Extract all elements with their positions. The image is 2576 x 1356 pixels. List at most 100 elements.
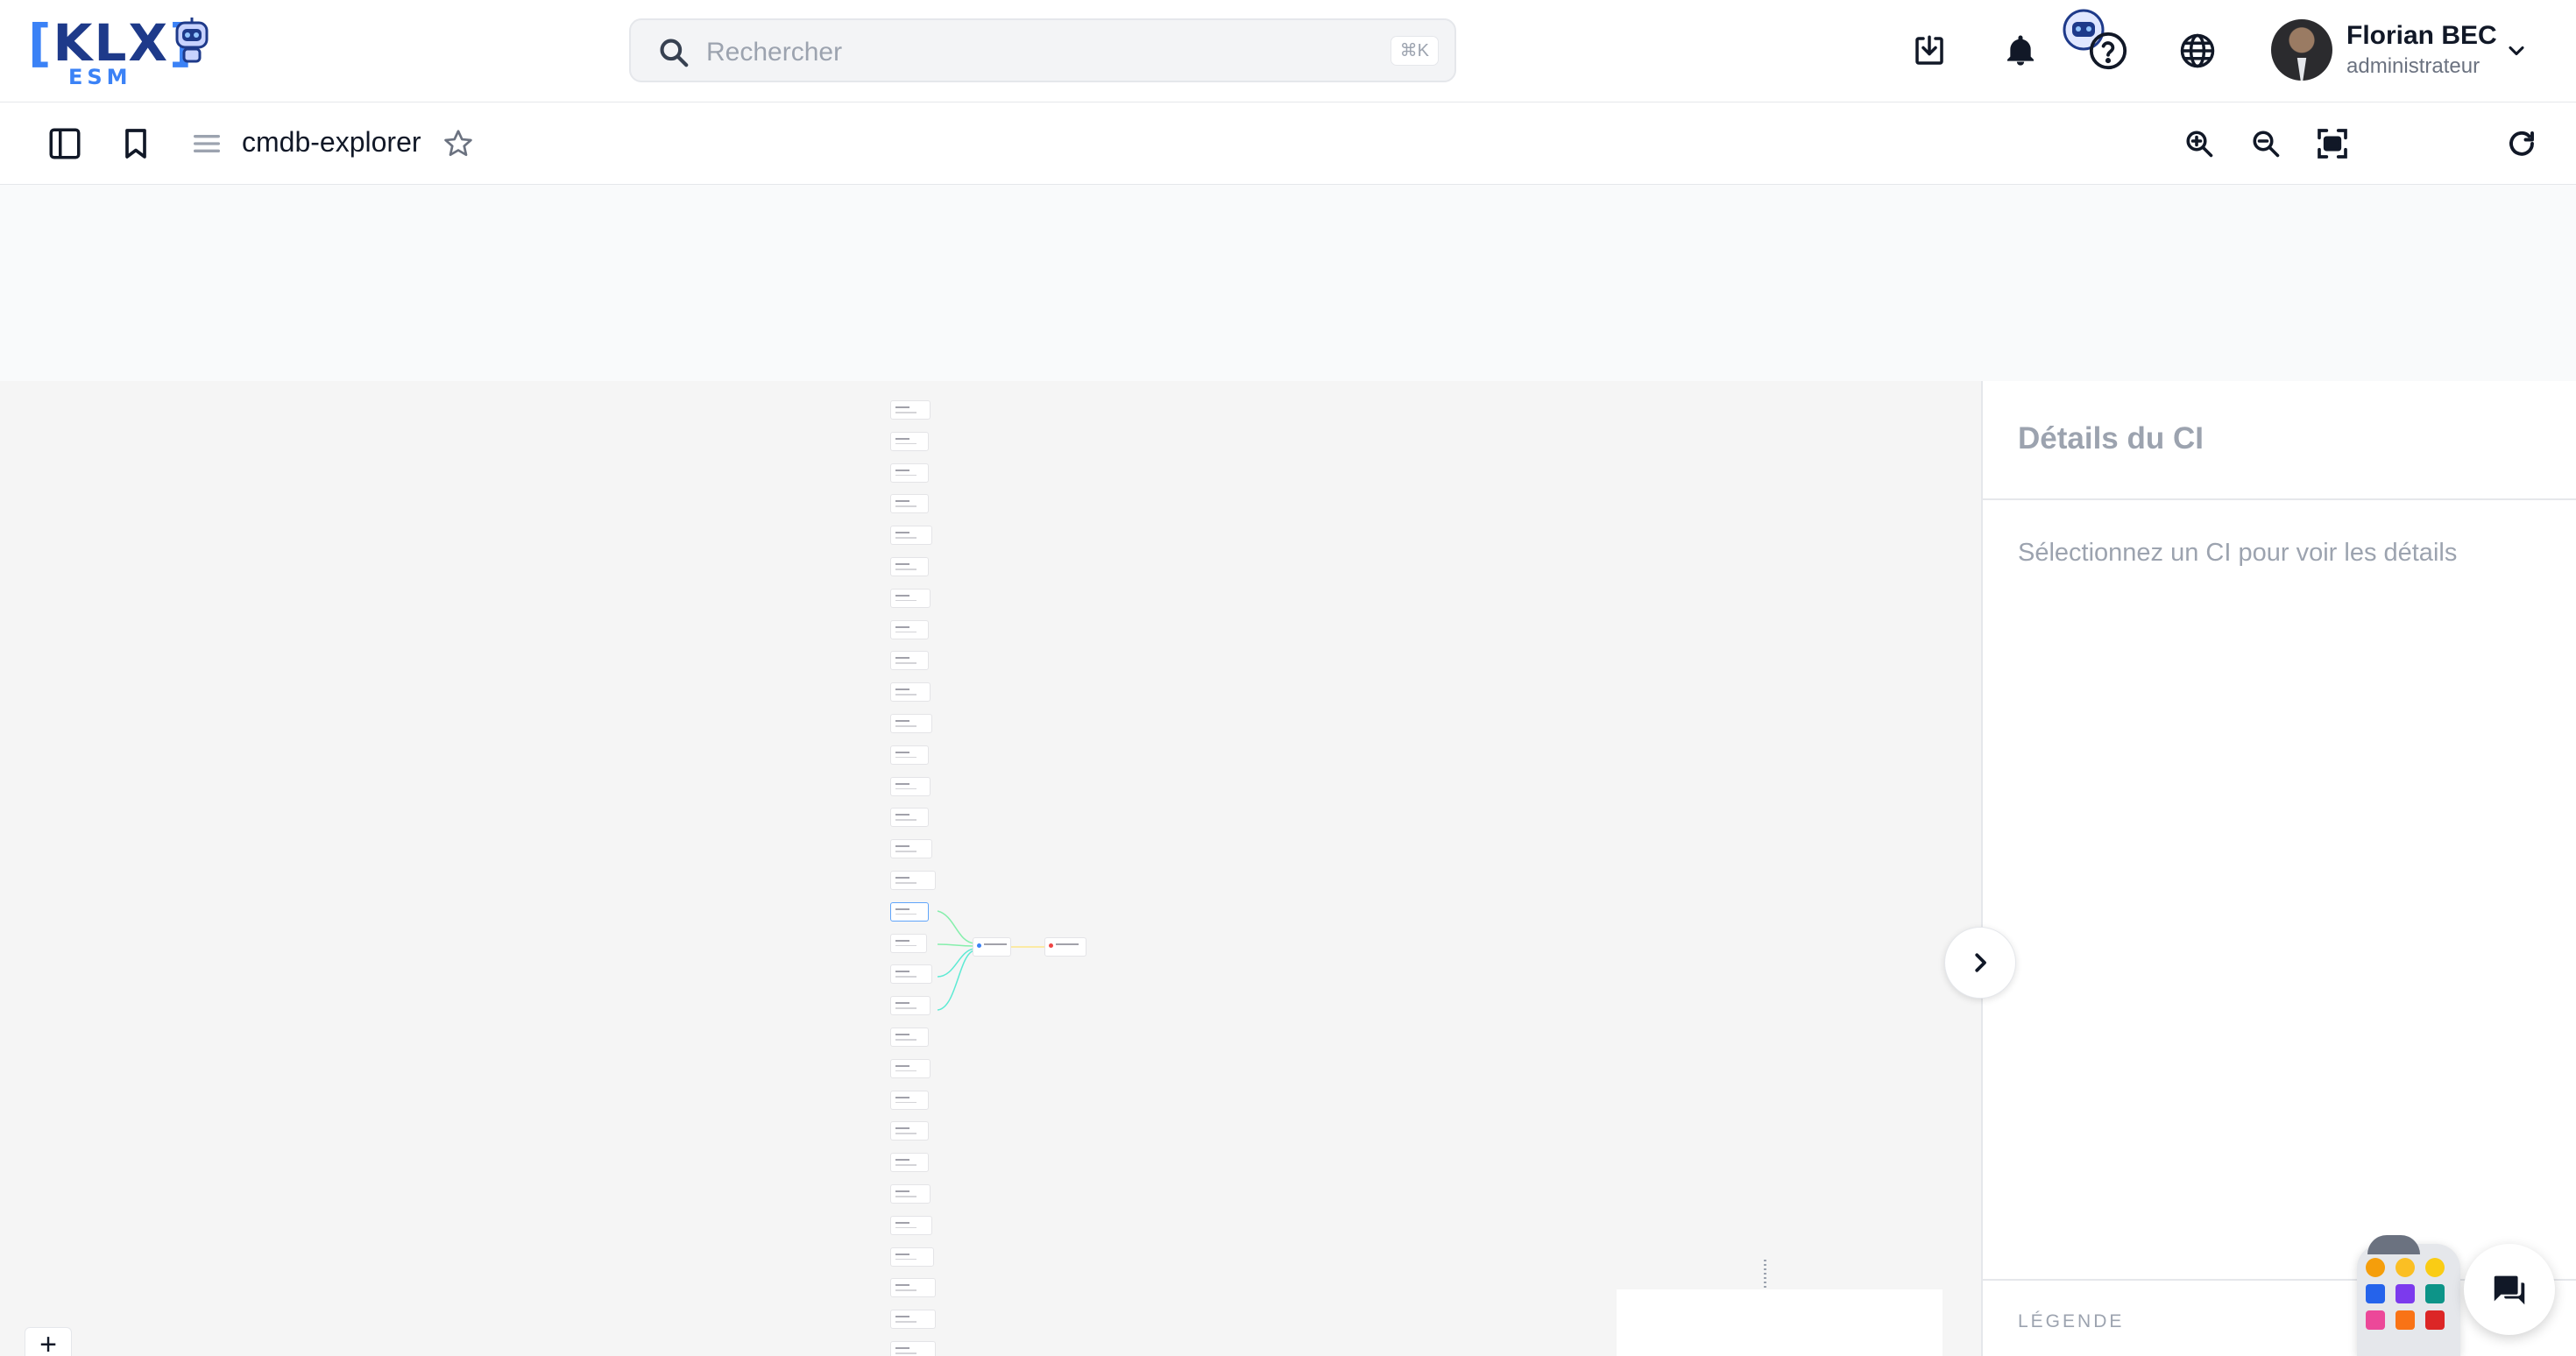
details-empty-hint: Sélectionnez un CI pour voir les détails	[2018, 539, 2458, 567]
search-placeholder: Rechercher	[706, 38, 843, 67]
zoom-in-button[interactable]	[2178, 123, 2220, 165]
graph-edge	[937, 943, 975, 947]
graph-edge	[937, 910, 975, 944]
ci-details-panel: Détails du CI Sélectionnez un CI pour vo…	[1981, 381, 2576, 1356]
chat-icon	[2494, 1275, 2525, 1305]
ci-node[interactable]	[890, 1121, 929, 1141]
app-shortcut-icon[interactable]	[2425, 1258, 2445, 1277]
legend-label: LÉGENDE	[2018, 1311, 2125, 1331]
language-button[interactable]	[2171, 25, 2224, 77]
ci-node[interactable]	[890, 714, 932, 733]
chevron-down-icon	[2509, 46, 2524, 56]
user-role: administrateur	[2346, 54, 2480, 78]
app-shortcut-icon[interactable]	[2396, 1310, 2415, 1330]
page-title: cmdb-explorer	[242, 126, 421, 158]
ci-node[interactable]	[890, 839, 932, 859]
node-type-dot	[977, 943, 981, 948]
apps-launcher-widget[interactable]	[2357, 1235, 2460, 1356]
ci-node[interactable]	[890, 1247, 934, 1267]
ci-node[interactable]	[890, 964, 932, 985]
user-menu[interactable]: Florian BEC administrateur	[2271, 19, 2534, 84]
ci-node[interactable]	[890, 996, 931, 1016]
menu-icon	[194, 135, 220, 152]
ci-node[interactable]	[890, 1153, 929, 1173]
chevron-right-icon	[1975, 953, 1986, 972]
cmdb-graph-canvas[interactable]: +	[0, 381, 1981, 1356]
ci-node[interactable]	[890, 651, 929, 671]
ci-node[interactable]	[890, 588, 931, 608]
sidebar-toggle-button[interactable]	[44, 123, 86, 165]
search-shortcut-badge: ⌘K	[1390, 36, 1439, 66]
ci-node[interactable]	[890, 808, 929, 828]
avatar	[2271, 19, 2332, 81]
ci-node[interactable]	[890, 1310, 936, 1330]
help-icon	[2089, 32, 2127, 70]
details-panel-title: Détails du CI	[2018, 421, 2204, 456]
ci-node[interactable]	[890, 1058, 931, 1078]
ci-node[interactable]	[890, 933, 927, 953]
ci-node[interactable]	[890, 1090, 929, 1110]
bookmark-icon	[125, 129, 146, 159]
zoom-in-control[interactable]: +	[25, 1327, 72, 1356]
chat-button[interactable]	[2464, 1244, 2555, 1335]
app-shortcut-icon[interactable]	[2396, 1284, 2415, 1303]
app-shortcut-icon[interactable]	[2366, 1310, 2385, 1330]
ci-node[interactable]	[890, 901, 929, 922]
menu-button[interactable]	[186, 123, 228, 165]
globe-icon	[2180, 33, 2215, 68]
refresh-button[interactable]	[2501, 123, 2543, 165]
fit-view-button[interactable]	[2311, 123, 2353, 165]
global-search[interactable]: Rechercher ⌘K	[629, 18, 1456, 82]
apps-grid	[2366, 1258, 2453, 1330]
ci-node[interactable]	[890, 776, 931, 796]
download-icon	[1915, 35, 1943, 65]
ci-node[interactable]	[890, 1028, 929, 1047]
sidebar-toggle-icon	[49, 128, 81, 159]
ci-node[interactable]	[890, 557, 929, 576]
search-icon	[660, 39, 689, 67]
zoom-out-icon	[2253, 131, 2280, 158]
panel-toggle-button[interactable]	[1944, 927, 2016, 999]
ci-node[interactable]	[890, 431, 929, 451]
ci-node[interactable]	[890, 1215, 932, 1235]
ci-node[interactable]	[890, 494, 929, 514]
app-shortcut-icon[interactable]	[2425, 1310, 2445, 1330]
ci-node[interactable]	[890, 463, 929, 483]
logo-subtext: ESM	[68, 65, 132, 89]
ci-node[interactable]	[890, 1278, 936, 1298]
fit-view-icon	[2318, 129, 2347, 159]
graph-edge	[937, 950, 975, 1011]
page-toolbar: cmdb-explorer	[0, 102, 2576, 185]
node-type-dot	[1049, 943, 1053, 948]
help-button[interactable]	[2082, 25, 2134, 77]
graph-edges	[937, 910, 1046, 1011]
ci-node[interactable]	[890, 400, 931, 420]
ci-node[interactable]	[890, 871, 936, 890]
ci-node[interactable]	[890, 1341, 936, 1356]
zoom-out-button[interactable]	[2245, 123, 2287, 165]
bell-icon	[2007, 35, 2034, 66]
star-icon	[444, 130, 472, 157]
ci-node[interactable]	[890, 526, 932, 546]
app-shortcut-icon[interactable]	[2396, 1258, 2415, 1277]
ci-node[interactable]	[890, 1184, 931, 1204]
download-button[interactable]	[1903, 25, 1956, 77]
zoom-in-icon	[2186, 131, 2213, 158]
ci-node[interactable]	[890, 619, 929, 639]
ci-node-hub[interactable]	[973, 937, 1011, 957]
ci-node[interactable]	[890, 682, 931, 703]
app-shortcut-icon[interactable]	[2366, 1284, 2385, 1303]
bookmark-button[interactable]	[115, 123, 157, 165]
favorite-button[interactable]	[437, 123, 479, 165]
notifications-button[interactable]	[1994, 25, 2047, 77]
graph-minimap[interactable]	[1617, 1289, 1943, 1356]
app-shortcut-icon[interactable]	[2366, 1258, 2385, 1277]
panel-divider	[1983, 498, 2576, 500]
ci-node-target[interactable]	[1044, 937, 1086, 957]
robot-mascot-icon	[175, 18, 209, 63]
ci-node-column	[890, 381, 939, 1356]
app-logo[interactable]: [KLX] ESM	[28, 16, 212, 89]
app-shortcut-icon[interactable]	[2425, 1284, 2445, 1303]
ci-node[interactable]	[890, 745, 929, 765]
user-name: Florian BEC	[2346, 21, 2497, 50]
